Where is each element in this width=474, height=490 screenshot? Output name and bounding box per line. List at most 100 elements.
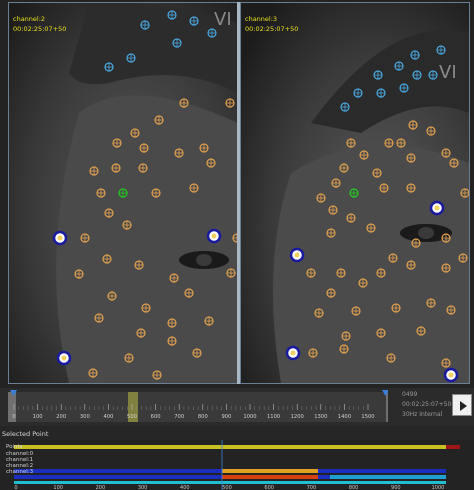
tracking-marker[interactable] (411, 238, 421, 248)
reference-marker[interactable] (289, 247, 305, 263)
tracking-marker[interactable] (104, 208, 114, 218)
tracking-marker[interactable] (226, 268, 236, 278)
tracking-marker[interactable] (189, 183, 199, 193)
tracking-marker[interactable] (167, 10, 177, 20)
tracking-marker[interactable] (379, 183, 389, 193)
tracking-marker[interactable] (174, 148, 184, 158)
tracking-marker[interactable] (199, 143, 209, 153)
tracking-marker[interactable] (167, 336, 177, 346)
tracking-marker[interactable] (94, 313, 104, 323)
tracking-marker[interactable] (366, 223, 376, 233)
tracking-marker[interactable] (111, 163, 121, 173)
tracking-marker[interactable] (446, 305, 456, 315)
tracking-marker[interactable] (206, 158, 216, 168)
tracking-marker[interactable] (80, 233, 90, 243)
tracking-marker[interactable] (326, 288, 336, 298)
tracking-marker[interactable] (139, 143, 149, 153)
tracking-marker[interactable] (107, 291, 117, 301)
tracking-marker[interactable] (316, 193, 326, 203)
reference-marker[interactable] (56, 350, 72, 366)
tracking-marker[interactable] (412, 70, 422, 80)
tracking-marker[interactable] (391, 303, 401, 313)
tracking-marker[interactable] (339, 344, 349, 354)
tracking-marker[interactable] (331, 178, 341, 188)
timeline-bar[interactable]: 0 100 200 300 400 500 600 700 800 900 1000 1100 1200… (0, 388, 474, 426)
tracking-marker[interactable] (152, 370, 162, 380)
tracking-marker[interactable] (88, 368, 98, 378)
reference-marker[interactable] (206, 228, 222, 244)
tracking-marker[interactable] (353, 88, 363, 98)
tracking-marker[interactable] (154, 115, 164, 125)
tracking-marker[interactable] (118, 188, 128, 198)
tracking-marker[interactable] (102, 254, 112, 264)
tracking-marker[interactable] (136, 328, 146, 338)
tracking-marker[interactable] (122, 220, 132, 230)
tracking-marker[interactable] (406, 183, 416, 193)
tracking-marker[interactable] (346, 213, 356, 223)
tracking-marker[interactable] (189, 16, 199, 26)
tracking-marker[interactable] (408, 120, 418, 130)
track-chart[interactable]: Pointschannel:0channel:1channel:2channel… (0, 440, 474, 490)
tracking-marker[interactable] (441, 263, 451, 273)
tracking-marker[interactable] (326, 228, 336, 238)
tracking-marker[interactable] (346, 138, 356, 148)
tracking-marker[interactable] (306, 268, 316, 278)
reference-marker[interactable] (429, 200, 445, 216)
play-button[interactable] (452, 394, 472, 416)
tracking-marker[interactable] (416, 326, 426, 336)
camera-view-channel-2[interactable]: VI channel:2 00:02:25:07+50 (8, 2, 239, 384)
tracking-marker[interactable] (426, 298, 436, 308)
timeline-ruler[interactable]: 0 100 200 300 400 500 600 700 800 900 1000 1100 1200… (8, 388, 388, 426)
tracking-marker[interactable] (89, 166, 99, 176)
tracking-marker[interactable] (340, 102, 350, 112)
tracking-marker[interactable] (124, 353, 134, 363)
tracking-marker[interactable] (339, 163, 349, 173)
tracking-marker[interactable] (167, 318, 177, 328)
tracking-marker[interactable] (441, 233, 451, 243)
tracking-marker[interactable] (396, 138, 406, 148)
tracking-marker[interactable] (134, 260, 144, 270)
camera-view-channel-3[interactable]: VI channel:3 00:02:25:07+50 (240, 2, 470, 384)
tracking-marker[interactable] (399, 83, 409, 93)
tracking-marker[interactable] (126, 53, 136, 63)
tracking-marker[interactable] (410, 50, 420, 60)
tracking-marker[interactable] (184, 288, 194, 298)
tracking-marker[interactable] (351, 306, 361, 316)
tracking-marker[interactable] (436, 45, 446, 55)
tracking-marker[interactable] (376, 88, 386, 98)
reference-marker[interactable] (52, 230, 68, 246)
tracking-marker[interactable] (130, 128, 140, 138)
tracking-marker[interactable] (172, 38, 182, 48)
tracking-marker[interactable] (314, 308, 324, 318)
tracking-marker[interactable] (169, 273, 179, 283)
tracking-marker[interactable] (373, 70, 383, 80)
tracking-marker[interactable] (384, 138, 394, 148)
tracking-marker[interactable] (204, 316, 214, 326)
tracking-marker[interactable] (359, 150, 369, 160)
tracking-marker[interactable] (192, 348, 202, 358)
tracking-marker[interactable] (341, 331, 351, 341)
tracking-marker[interactable] (441, 358, 451, 368)
tracking-marker[interactable] (336, 268, 346, 278)
tracking-marker[interactable] (74, 269, 84, 279)
reference-marker[interactable] (443, 367, 459, 383)
tracking-marker[interactable] (460, 188, 469, 198)
tracking-marker[interactable] (449, 158, 459, 168)
tracking-marker[interactable] (112, 138, 122, 148)
tracking-marker[interactable] (308, 348, 318, 358)
tracking-marker[interactable] (372, 168, 382, 178)
reference-marker[interactable] (285, 345, 301, 361)
tracking-marker[interactable] (406, 153, 416, 163)
tracking-marker[interactable] (179, 98, 189, 108)
tracking-marker[interactable] (207, 28, 217, 38)
tracking-marker[interactable] (458, 253, 468, 263)
tracking-marker[interactable] (358, 278, 368, 288)
tracking-marker[interactable] (376, 268, 386, 278)
tracking-marker[interactable] (141, 303, 151, 313)
tracking-marker[interactable] (349, 188, 359, 198)
tracking-marker[interactable] (428, 70, 438, 80)
tracking-marker[interactable] (104, 62, 114, 72)
tracking-marker[interactable] (376, 328, 386, 338)
tracking-marker[interactable] (388, 253, 398, 263)
tracking-marker[interactable] (394, 61, 404, 71)
